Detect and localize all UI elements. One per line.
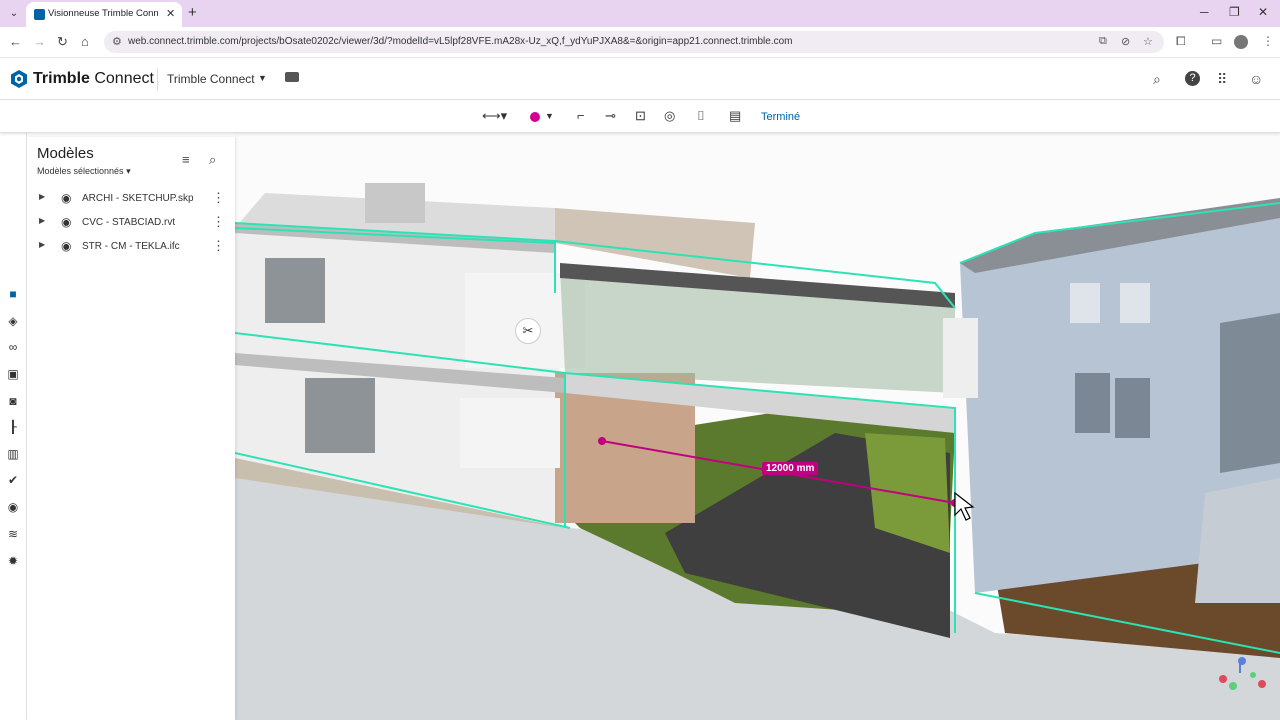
settings-icon[interactable]: ✹ bbox=[6, 554, 20, 568]
minimize-icon[interactable]: ─ bbox=[1200, 5, 1209, 19]
back-icon[interactable]: ← bbox=[9, 34, 22, 49]
sort-icon[interactable]: ≡ bbox=[182, 152, 190, 167]
snapshot-camera-icon[interactable]: ⌷ bbox=[697, 108, 705, 124]
install-app-icon[interactable]: ⧉ bbox=[1099, 35, 1107, 48]
browser-tab-bar: ⌄ Visionneuse Trimble Connect 3D ✕ + ─ ❐… bbox=[0, 0, 1280, 27]
bookmark-icon[interactable]: ☆ bbox=[1143, 35, 1153, 48]
trimble-favicon-icon bbox=[34, 9, 45, 20]
layers-icon[interactable]: ◈ bbox=[6, 314, 20, 328]
building-section-scene bbox=[235, 183, 1280, 720]
forward-icon[interactable]: → bbox=[33, 34, 46, 49]
search-icon[interactable]: ⌕ bbox=[1153, 71, 1161, 88]
url-input[interactable]: ⚙ web.connect.trimble.com/projects/bOsat… bbox=[104, 31, 1164, 53]
visibility-eye-icon[interactable]: ◉ bbox=[61, 191, 71, 205]
mouse-cursor-icon bbox=[954, 491, 975, 521]
header-divider bbox=[157, 68, 158, 90]
new-tab-icon[interactable]: + bbox=[188, 4, 197, 21]
model-row[interactable]: ▶ ◉ STR - CM - TEKLA.ifc ⋮ bbox=[27, 235, 235, 259]
expand-arrow-icon[interactable]: ▶ bbox=[39, 240, 45, 249]
delete-measures-icon[interactable]: ▤ bbox=[729, 108, 741, 124]
model-name: CVC - STABCIAD.rvt bbox=[82, 217, 176, 228]
glass-right bbox=[1220, 313, 1280, 473]
color-chevron-icon[interactable]: ▼ bbox=[545, 111, 554, 121]
browser-menu-icon[interactable]: ⋮ bbox=[1262, 34, 1274, 48]
site-info-icon[interactable]: ⚙ bbox=[112, 35, 122, 48]
panel-search-icon[interactable]: ⌕ bbox=[209, 152, 216, 168]
expand-arrow-icon[interactable]: ▶ bbox=[39, 192, 45, 201]
browser-address-bar: ← → ↻ ⌂ ⚙ web.connect.trimble.com/projec… bbox=[0, 27, 1280, 58]
home-icon[interactable]: ⌂ bbox=[81, 34, 89, 49]
brand-name[interactable]: Trimble Connect bbox=[33, 70, 154, 88]
measure-point-icon[interactable]: ⊸ bbox=[605, 108, 616, 124]
check-icon[interactable]: ✔ bbox=[6, 473, 20, 487]
annex-right bbox=[1195, 478, 1280, 603]
clipboard-icon[interactable]: ▣ bbox=[6, 367, 20, 381]
trimble-logo-icon bbox=[11, 70, 27, 88]
more-options-icon[interactable]: ⋮ bbox=[212, 190, 225, 206]
window-right-1 bbox=[1070, 283, 1100, 323]
model-name: STR - CM - TEKLA.ifc bbox=[82, 241, 180, 252]
chevron-down-icon[interactable]: ▼ bbox=[258, 73, 267, 83]
ventilation-unit bbox=[943, 318, 978, 398]
window-right-2 bbox=[1120, 283, 1150, 323]
table-icon[interactable]: ▥ bbox=[6, 447, 20, 461]
model-row[interactable]: ▶ ◉ ARCHI - SKETCHUP.skp ⋮ bbox=[27, 187, 235, 211]
window-upper bbox=[265, 258, 325, 323]
url-text: web.connect.trimble.com/projects/bOsate0… bbox=[128, 36, 793, 47]
measure-toolbar: ⟷▾ ▼ ⌐ ⊸ ⊡ ◎ ⌷ ▤ Terminé bbox=[0, 101, 1280, 133]
app-header: Trimble Connect Trimble Connect ▼ ⌕ ? ⠿ … bbox=[0, 58, 1280, 100]
apps-grid-icon[interactable]: ⠿ bbox=[1217, 71, 1227, 88]
help-icon[interactable]: ? bbox=[1185, 71, 1200, 86]
profile-avatar[interactable] bbox=[1234, 35, 1248, 49]
restore-icon[interactable]: ❐ bbox=[1229, 5, 1240, 19]
measure-area-icon[interactable]: ⌐ bbox=[577, 108, 585, 123]
expand-arrow-icon[interactable]: ▶ bbox=[39, 216, 45, 225]
folder-icon[interactable] bbox=[285, 72, 299, 82]
section-cut-scissors-icon[interactable]: ✂ bbox=[515, 318, 541, 344]
more-options-icon[interactable]: ⋮ bbox=[212, 214, 225, 230]
selected-models-dropdown[interactable]: Modèles sélectionnés ▾ bbox=[37, 166, 131, 177]
models-icon[interactable]: ■ bbox=[6, 287, 20, 301]
visibility-eye-icon[interactable]: ◉ bbox=[61, 239, 71, 253]
tab-close-icon[interactable]: ✕ bbox=[166, 7, 175, 20]
roof-unit bbox=[365, 183, 425, 223]
3d-viewport[interactable]: ✂ 12000 mm bbox=[235, 133, 1280, 720]
browser-tab[interactable]: Visionneuse Trimble Connect 3D ✕ bbox=[26, 2, 182, 27]
left-icon-rail: ■ ◈ ∞ ▣ ◙ ┠ ▥ ✔ ◉ ≋ ✹ bbox=[0, 133, 27, 720]
tree-icon[interactable]: ┠ bbox=[6, 420, 20, 434]
door-wall bbox=[460, 398, 560, 468]
model-name: ARCHI - SKETCHUP.skp bbox=[82, 193, 194, 204]
tracking-icon[interactable]: ⊘ bbox=[1121, 35, 1130, 48]
stack-icon[interactable]: ≋ bbox=[6, 527, 20, 541]
tab-search-icon[interactable]: ⌄ bbox=[6, 6, 22, 22]
cast-icon[interactable]: ▭ bbox=[1211, 34, 1222, 48]
done-button[interactable]: Terminé bbox=[761, 111, 800, 123]
measure-distance-label: 12000 mm bbox=[762, 462, 819, 475]
color-picker-icon[interactable] bbox=[530, 112, 540, 122]
measure-circle-icon[interactable]: ◎ bbox=[664, 108, 675, 124]
close-window-icon[interactable]: ✕ bbox=[1258, 5, 1268, 19]
camera-icon[interactable]: ◙ bbox=[6, 394, 20, 408]
model-row[interactable]: ▶ ◉ CVC - STABCIAD.rvt ⋮ bbox=[27, 211, 235, 235]
measure-axis-icon[interactable]: ⟷▾ bbox=[482, 108, 507, 124]
panel-title: Modèles bbox=[37, 145, 94, 162]
louver-2 bbox=[1115, 378, 1150, 438]
more-options-icon[interactable]: ⋮ bbox=[212, 238, 225, 254]
tab-title: Visionneuse Trimble Connect 3D bbox=[48, 8, 158, 19]
visibility-eye-icon[interactable]: ◉ bbox=[61, 215, 71, 229]
measure-box-icon[interactable]: ⊡ bbox=[635, 108, 646, 124]
link-icon[interactable]: ∞ bbox=[6, 340, 20, 354]
globe-icon[interactable]: ◉ bbox=[6, 500, 20, 514]
user-avatar-icon[interactable]: ☺ bbox=[1249, 71, 1263, 87]
reload-icon[interactable]: ↻ bbox=[57, 34, 68, 50]
window-lower bbox=[305, 378, 375, 453]
measure-start-point[interactable] bbox=[598, 437, 606, 445]
extensions-icon[interactable]: ⧠ bbox=[1176, 34, 1186, 49]
project-selector[interactable]: Trimble Connect bbox=[167, 72, 255, 86]
models-panel: Modèles Modèles sélectionnés ▾ ≡ ⌕ ▶ ◉ A… bbox=[27, 137, 235, 720]
louver-1 bbox=[1075, 373, 1110, 433]
